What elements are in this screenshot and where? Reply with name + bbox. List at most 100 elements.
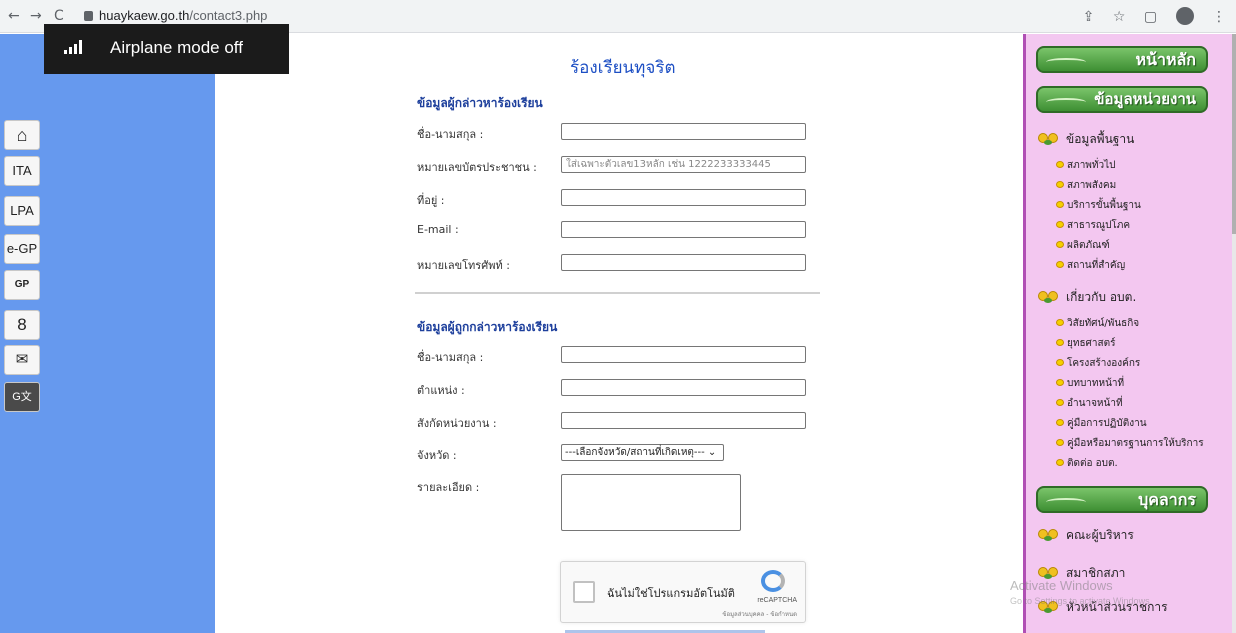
translate-icon[interactable]: G文 [4,382,40,412]
share-icon[interactable]: ⇪ [1083,9,1095,25]
menu-link-service-standards[interactable]: คู่มือหรือมาตรฐานการให้บริการ [1056,436,1204,451]
home-icon[interactable]: ⌂ [4,120,40,150]
menu-link-structure[interactable]: โครงสร้างองค์กร [1056,356,1140,371]
complainant-heading: ข้อมูลผู้กล่าวหาร้องเรียน [417,96,543,110]
basic-info-label: ข้อมูลพื้นฐาน [1066,132,1135,146]
menu-link-label: สถานที่สำคัญ [1067,260,1126,271]
browser-actions: ⇪ ☆ ▢ ⋮ [1069,7,1226,25]
bullet-icon [1056,459,1064,466]
menu-link-label: วิสัยทัศน์/พันธกิจ [1067,318,1140,329]
swirl-decoration-icon [1046,98,1086,106]
profile-avatar[interactable] [1175,7,1194,25]
menu-link-basic-services[interactable]: บริการขั้นพื้นฐาน [1056,198,1141,213]
ita-button[interactable]: ITA [4,156,40,186]
egp-button[interactable]: e-GP [4,234,40,264]
accused-position-input[interactable] [561,379,806,396]
menu-link-strategy[interactable]: ยุทธศาสตร์ [1056,336,1116,351]
menu-link-landmarks[interactable]: สถานที่สำคัญ [1056,258,1125,273]
complainant-address-label: ที่อยู่ : [417,194,445,207]
menu-link-authority[interactable]: อำนาจหน้าที่ [1056,396,1123,411]
recaptcha-widget: ฉันไม่ใช่โปรแกรมอัตโนมัติ reCAPTCHA ข้อม… [560,561,806,623]
recaptcha-checkbox[interactable] [573,581,595,603]
bullet-icon [1056,359,1064,366]
agency-info-label: ข้อมูลหน่วยงาน [1094,90,1196,108]
scrollbar-thumb[interactable] [1232,34,1236,234]
page-scrollbar[interactable] [1232,34,1236,633]
menu-link-products[interactable]: ผลิตภัณฑ์ [1056,238,1110,253]
agency-info-button[interactable]: ข้อมูลหน่วยงาน [1036,86,1208,113]
url-domain: huaykaew.go.th [99,8,190,23]
accused-name-input[interactable] [561,346,806,363]
accused-position-label: ตำแหน่ง : [417,384,465,397]
lpa-button[interactable]: LPA [4,196,40,226]
bullet-icon [1056,319,1064,326]
lock-icon [84,11,93,21]
menu-link-label: คู่มือการปฏิบัติงาน [1067,418,1147,429]
left-sidebar: « ⌂ ITA LPA e-GP GP 8 ✉ G文 [0,34,215,633]
province-select[interactable]: ---เลือกจังหวัด/สถานที่เกิดเหตุ--- ⌄ [561,444,724,461]
recaptcha-logo-icon [761,570,785,592]
airplane-mode-toast: Airplane mode off [44,24,289,74]
user-icon[interactable]: 8 [4,310,40,340]
about-category[interactable]: เกี่ยวกับ อบต. [1038,288,1136,307]
bullet-icon [1056,379,1064,386]
menu-link-label: อำนาจหน้าที่ [1067,398,1123,409]
home-menu-button[interactable]: หน้าหลัก [1036,46,1208,73]
accused-agency-input[interactable] [561,412,806,429]
complainant-id-label: หมายเลขบัตรประชาชน : [417,161,537,174]
menu-link-vision[interactable]: วิสัยทัศน์/พันธกิจ [1056,316,1139,331]
complainant-name-label: ชื่อ-นามสกุล : [417,128,484,141]
side-panel-icon[interactable]: ▢ [1144,9,1157,25]
menu-link-label: ยุทธศาสตร์ [1067,338,1116,349]
menu-link-label: ผลิตภัณฑ์ [1067,240,1110,251]
accused-heading: ข้อมูลผู้ถูกกล่าวหาร้องเรียน [417,320,558,334]
forward-button[interactable]: → [30,8,42,24]
menu-link-label: สภาพสังคม [1067,180,1117,191]
bullet-icon [1056,161,1064,168]
menu-link-general[interactable]: สภาพทั่วไป [1056,158,1116,173]
menu-link-utilities[interactable]: สาธารณูปโภค [1056,218,1130,233]
menu-link-label: สาธารณูปโภค [1067,220,1131,231]
page-title: ร้องเรียนทุจริต [570,58,676,78]
detail-textarea[interactable] [561,474,741,531]
recaptcha-terms-link[interactable]: ข้อมูลส่วนบุคคล - ข้อกำหนด [722,609,797,619]
bookmark-star-icon[interactable]: ☆ [1113,9,1126,25]
complainant-email-input[interactable] [561,221,806,238]
complainant-address-input[interactable] [561,189,806,206]
complainant-id-input[interactable]: ใส่เฉพาะตัวเลข13หลัก เช่น 1222233333445 [561,156,806,173]
swirl-decoration-icon [1046,58,1086,66]
menu-link-label: โครงสร้างองค์กร [1067,358,1141,369]
flower-icon [1038,565,1062,579]
menu-link-roles[interactable]: บทบาทหน้าที่ [1056,376,1124,391]
menu-link-executives[interactable]: คณะผู้บริหาร [1038,526,1134,545]
toast-text: Airplane mode off [110,38,243,57]
menu-link-contact[interactable]: ติดต่อ อบต. [1056,456,1118,471]
complainant-phone-input[interactable] [561,254,806,271]
egp-globe-icon[interactable]: GP [4,270,40,300]
menu-link-label: คณะผู้บริหาร [1066,528,1134,542]
menu-kebab-icon[interactable]: ⋮ [1212,9,1226,25]
complaint-form: ร้องเรียนทุจริต ข้อมูลผู้กล่าวหาร้องเรีย… [215,34,1023,633]
swirl-decoration-icon [1046,498,1086,506]
bullet-icon [1056,419,1064,426]
complainant-phone-label: หมายเลขโทรศัพท์ : [417,259,510,272]
basic-info-category[interactable]: ข้อมูลพื้นฐาน [1038,130,1134,149]
mail-icon[interactable]: ✉ [4,345,40,375]
bullet-icon [1056,201,1064,208]
complainant-name-input[interactable] [561,123,806,140]
bullet-icon [1056,221,1064,228]
reload-button[interactable]: C [54,8,64,24]
activate-windows-subtext: Go to Settings to activate Windows. [1010,596,1153,606]
right-sidebar-menu: หน้าหลัก ข้อมูลหน่วยงาน ข้อมูลพื้นฐาน สภ… [1023,34,1236,633]
personnel-button[interactable]: บุคลากร [1036,486,1208,513]
accused-name-label: ชื่อ-นามสกุล : [417,351,484,364]
menu-link-label: คู่มือหรือมาตรฐานการให้บริการ [1067,438,1204,449]
menu-link-operations-manual[interactable]: คู่มือการปฏิบัติงาน [1056,416,1147,431]
signal-bars-icon [64,40,82,54]
detail-label: รายละเอียด : [417,481,480,494]
back-button[interactable]: ← [8,8,20,24]
home-menu-label: หน้าหลัก [1135,50,1196,69]
address-bar[interactable]: huaykaew.go.th/contact3.php [84,6,267,26]
menu-link-society[interactable]: สภาพสังคม [1056,178,1116,193]
url-path: /contact3.php [189,8,268,23]
